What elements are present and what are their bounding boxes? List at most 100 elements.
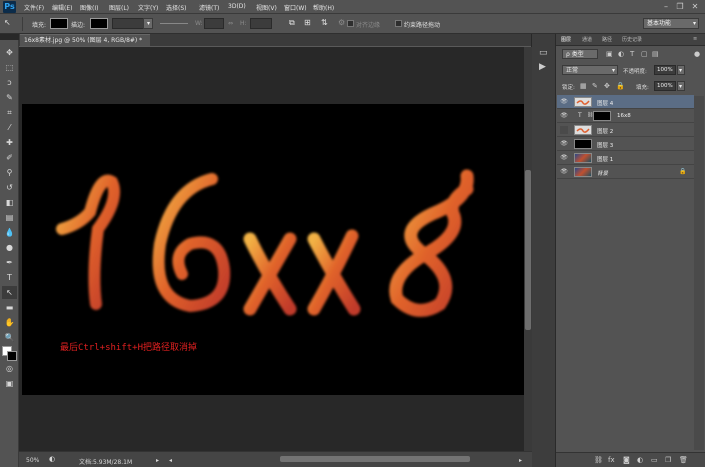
minimize-icon[interactable]: – — [660, 2, 672, 12]
panel-menu-icon[interactable]: ≡ — [693, 36, 697, 42]
visibility-eye-icon[interactable]: 👁 — [560, 98, 568, 106]
align-edges-checkbox[interactable] — [347, 20, 354, 27]
hand-tool-icon[interactable]: ✋ — [2, 316, 17, 329]
move-tool-icon[interactable]: ✥ — [2, 46, 17, 59]
lock-all-icon[interactable]: 🔒 — [616, 82, 625, 90]
visibility-off-box[interactable] — [560, 126, 568, 134]
visibility-eye-icon[interactable]: 👁 — [560, 154, 568, 162]
menu-view[interactable]: 视图(V) — [256, 3, 277, 12]
layer-name[interactable]: 背景 — [597, 169, 608, 177]
scroll-left-icon[interactable]: ◂ — [169, 457, 172, 464]
menu-3d[interactable]: 3D(D) — [228, 3, 246, 10]
layer-row[interactable]: 👁 图层 3 — [557, 137, 694, 151]
fill-field[interactable]: 100% — [654, 81, 676, 91]
lock-pixels-icon[interactable]: ✎ — [592, 82, 598, 90]
tab-paths[interactable]: 路径 — [602, 36, 612, 43]
menu-filter[interactable]: 滤镜(T) — [199, 3, 219, 12]
menu-image[interactable]: 图像(I) — [80, 3, 98, 12]
pen-tool-icon[interactable]: ✒ — [2, 256, 17, 269]
menu-layer[interactable]: 图层(L) — [109, 3, 129, 12]
constrain-path-checkbox[interactable] — [395, 20, 402, 27]
restore-icon[interactable]: ❐ — [674, 2, 686, 12]
visibility-eye-icon[interactable]: 👁 — [560, 112, 568, 120]
lock-position-icon[interactable]: ✥ — [604, 82, 610, 90]
filter-type-icon[interactable]: T — [630, 50, 634, 58]
layer-style-icon[interactable]: fx — [608, 456, 615, 464]
path-align-icon[interactable]: ⊞ — [304, 18, 311, 27]
layer-row[interactable]: 👁 图层 4 — [557, 95, 694, 109]
height-field[interactable] — [250, 18, 272, 29]
layer-row[interactable]: 👁 T ⛓ 16x8 — [557, 109, 694, 123]
blur-tool-icon[interactable]: 💧 — [2, 226, 17, 239]
opacity-field[interactable]: 100% — [654, 65, 676, 75]
vertical-scroll-thumb[interactable] — [525, 170, 531, 330]
kind-filter-dropdown[interactable]: ρ 类型 — [562, 49, 598, 59]
filter-adjust-icon[interactable]: ◐ — [618, 50, 624, 58]
tab-history[interactable]: 历史记录 — [622, 36, 642, 43]
visibility-eye-icon[interactable]: 👁 — [560, 168, 568, 176]
adjustment-layer-icon[interactable]: ◐ — [637, 456, 643, 464]
path-ops-icon[interactable]: ⧉ — [289, 18, 295, 28]
healing-brush-tool-icon[interactable]: ✚ — [2, 136, 17, 149]
zoom-level[interactable]: 50% — [26, 457, 39, 464]
lasso-tool-icon[interactable]: ↄ — [2, 76, 17, 89]
layer-name[interactable]: 图层 2 — [597, 127, 613, 135]
stroke-type-line[interactable] — [160, 23, 188, 24]
menu-edit[interactable]: 编辑(E) — [52, 3, 72, 12]
clone-stamp-tool-icon[interactable]: ⚲ — [2, 166, 17, 179]
add-mask-icon[interactable]: ◙ — [623, 456, 630, 464]
quick-select-tool-icon[interactable]: ✎ — [2, 91, 17, 104]
filter-toggle-icon[interactable]: ● — [694, 50, 700, 58]
eyedropper-tool-icon[interactable]: ⁄ — [2, 121, 17, 134]
history-panel-icon[interactable]: ▭ — [539, 48, 548, 58]
menu-window[interactable]: 窗口(W) — [284, 3, 307, 12]
layer-name[interactable]: 图层 1 — [597, 155, 613, 163]
zoom-tool-icon[interactable]: 🔍 — [2, 331, 17, 344]
shape-tool-icon[interactable]: ▬ — [2, 301, 17, 314]
layer-row[interactable]: 👁 图层 1 — [557, 151, 694, 165]
menu-file[interactable]: 文件(F) — [24, 3, 44, 12]
filter-pixel-icon[interactable]: ▣ — [606, 50, 613, 58]
crop-tool-icon[interactable]: ⌗ — [2, 106, 17, 119]
path-selection-tool-icon[interactable]: ↖ — [2, 286, 17, 299]
stroke-dropdown-icon[interactable]: ▾ — [143, 18, 153, 29]
filter-smart-icon[interactable]: ▤ — [652, 50, 659, 58]
layer-name[interactable]: 图层 3 — [597, 141, 613, 149]
fill-arrow-icon[interactable]: ▾ — [677, 81, 685, 91]
layer-row[interactable]: 图层 2 — [557, 123, 694, 137]
brush-tool-icon[interactable]: ✐ — [2, 151, 17, 164]
trash-icon[interactable]: 🗑 — [679, 456, 688, 464]
width-field[interactable] — [204, 18, 224, 29]
scroll-right-icon[interactable]: ▸ — [519, 457, 522, 464]
quick-mask-icon[interactable]: ◎ — [2, 362, 17, 375]
layer-name[interactable]: 16x8 — [617, 113, 631, 119]
layer-row[interactable]: 👁 背景 🔒 — [557, 165, 694, 179]
new-group-icon[interactable]: ▭ — [651, 456, 658, 464]
screen-mode-icon[interactable]: ▣ — [2, 377, 17, 390]
workspace-dropdown[interactable]: 基本功能 ▾ — [643, 18, 699, 29]
gear-icon[interactable]: ⚙ — [338, 18, 345, 27]
menu-select[interactable]: 选择(S) — [166, 3, 187, 12]
layer-name[interactable]: 图层 4 — [597, 99, 613, 107]
fill-swatch[interactable] — [50, 18, 68, 29]
tab-layers[interactable]: 图层 — [561, 36, 571, 43]
blend-mode-dropdown[interactable]: 正常 ▾ — [562, 65, 618, 75]
lock-transparent-icon[interactable]: ▦ — [580, 82, 587, 90]
actions-panel-icon[interactable]: ▶ — [539, 62, 546, 72]
tab-channels[interactable]: 通道 — [582, 36, 592, 43]
link-layers-icon[interactable]: ⛓ — [594, 456, 603, 464]
document-tab[interactable]: 16x8素材.jpg @ 50% (图层 4, RGB/8#) * — [20, 34, 150, 46]
filter-shape-icon[interactable]: ▢ — [641, 50, 648, 58]
menu-help[interactable]: 帮助(H) — [313, 3, 334, 12]
stroke-swatch[interactable] — [90, 18, 108, 29]
background-color-swatch[interactable] — [7, 351, 17, 361]
horizontal-scroll-thumb[interactable] — [280, 456, 470, 462]
layers-scrollbar[interactable] — [694, 96, 704, 450]
close-icon[interactable]: ✕ — [689, 2, 701, 12]
history-brush-tool-icon[interactable]: ↺ — [2, 181, 17, 194]
link-icon[interactable]: ⇔ — [228, 20, 233, 27]
eraser-tool-icon[interactable]: ◧ — [2, 196, 17, 209]
visibility-eye-icon[interactable]: 👁 — [560, 140, 568, 148]
document-canvas[interactable]: 最后Ctrl+shift+H把路径取消掉 — [22, 104, 525, 395]
opacity-arrow-icon[interactable]: ▾ — [677, 65, 685, 75]
